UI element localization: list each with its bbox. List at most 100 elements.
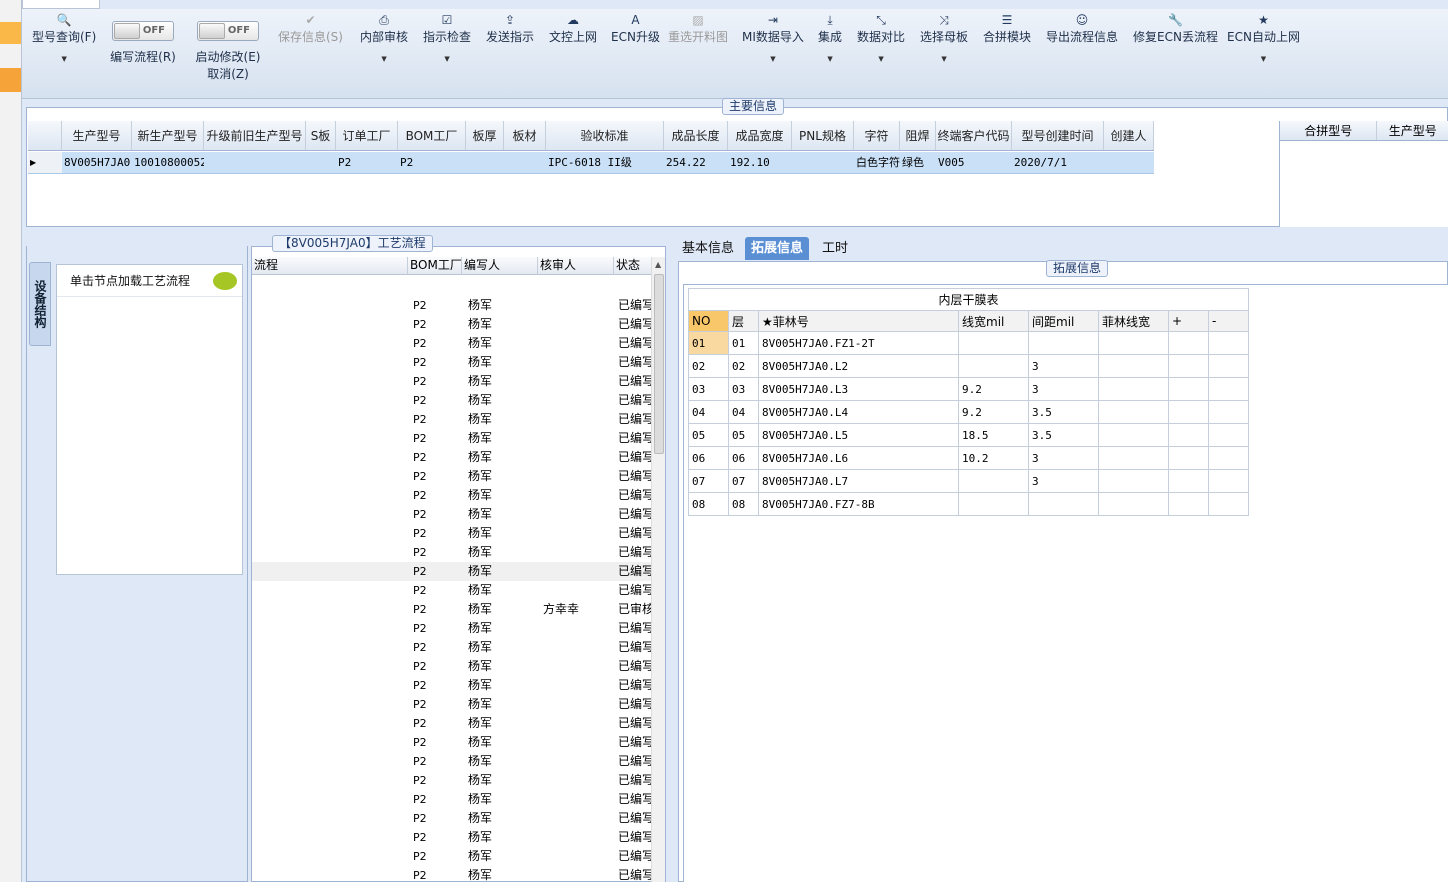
flow-node[interactable]: −沉铜3P2杨军已编写: [252, 866, 652, 882]
table-cell[interactable]: 06: [688, 446, 729, 470]
table-cell[interactable]: 8V005H7JA0.L2: [758, 354, 959, 378]
strip-marker-1[interactable]: [0, 22, 21, 44]
column-header[interactable]: PNL规格: [792, 121, 854, 150]
internal-review-button[interactable]: ⎙ 内部审核 ▼: [360, 13, 408, 63]
flow-node[interactable]: 铣边P2杨军已编写: [252, 828, 652, 847]
table-cell[interactable]: [1098, 354, 1169, 378]
grid-cell[interactable]: 2020/7/1: [1012, 152, 1104, 173]
flow-column-header[interactable]: BOM工厂: [408, 257, 462, 274]
table-cell[interactable]: [1098, 423, 1169, 447]
flow-scrollbar[interactable]: ▲: [651, 257, 665, 882]
flow-node[interactable]: 打字唛P2杨军已编写: [252, 847, 652, 866]
vertical-splitter[interactable]: [667, 234, 675, 882]
table-row[interactable]: 04 04 8V005H7JA0.L4 9.2 3.5: [688, 400, 1249, 424]
column-header[interactable]: BOM工厂: [398, 121, 466, 150]
grid-cell[interactable]: P2: [398, 152, 466, 173]
write-flow-toggle[interactable]: OFF 编写流程(R): [110, 21, 176, 65]
grid-cell[interactable]: 10010800052344: [132, 152, 204, 173]
table-cell[interactable]: 8V005H7JA0.L3: [758, 377, 959, 401]
scroll-up-icon[interactable]: ▲: [655, 260, 661, 269]
table-cell[interactable]: [1028, 492, 1099, 516]
table-row[interactable]: 07 07 8V005H7JA0.L7 3: [688, 469, 1249, 493]
table-row[interactable]: 01 01 8V005H7JA0.FZ1-2T: [688, 331, 1249, 355]
table-cell[interactable]: [1208, 400, 1249, 424]
table-cell[interactable]: 8V005H7JA0.L4: [758, 400, 959, 424]
tab-extended-info[interactable]: 拓展信息: [745, 237, 810, 260]
mi-data-import-button[interactable]: ⇥ MI数据导入 ▼: [742, 13, 804, 63]
table-cell[interactable]: [958, 331, 1029, 355]
table-cell[interactable]: [1208, 469, 1249, 493]
flow-node[interactable]: 冲孔P2杨军已编写: [252, 657, 652, 676]
flow-node[interactable]: X-Ray冲孔P2杨军已编写: [252, 809, 652, 828]
table-cell[interactable]: [958, 492, 1029, 516]
flow-node[interactable]: 曝光P2杨军已编写: [252, 562, 652, 581]
send-instruction-button[interactable]: ⇪ 发送指示: [486, 13, 534, 45]
table-cell[interactable]: 3.5: [1028, 400, 1099, 424]
table-cell[interactable]: 04: [688, 400, 729, 424]
flow-node[interactable]: 计划投料P2杨军已编写: [252, 353, 652, 372]
table-cell[interactable]: 8V005H7JA0.FZ1-2T: [758, 331, 959, 355]
flow-node[interactable]: −内层图形P2杨军已编写: [252, 505, 652, 524]
column-header[interactable]: S板: [306, 121, 336, 150]
flow-node[interactable]: −流程指示P2杨军已编写: [252, 296, 652, 315]
toggle-switch[interactable]: OFF: [112, 21, 174, 41]
table-cell[interactable]: 02: [728, 354, 759, 378]
main-grid-row[interactable]: ▶8V005H7JA010010800052344 P2P2 IPC-6018 II…: [28, 152, 1154, 174]
flow-node[interactable]: 裁切P2杨军已编写: [252, 410, 652, 429]
table-cell[interactable]: 18.5: [958, 423, 1029, 447]
flow-node[interactable]: 打标P2杨军已编写: [252, 467, 652, 486]
strip-marker-2[interactable]: [0, 68, 21, 92]
table-cell[interactable]: 8V005H7JA0.L7: [758, 469, 959, 493]
flow-node[interactable]: 圆角P2杨军已编写: [252, 448, 652, 467]
column-header[interactable]: 板材: [504, 121, 546, 150]
flow-node[interactable]: −⌂8V005H7JA0: [252, 277, 652, 296]
flow-node[interactable]: 开料P2杨军已编写: [252, 391, 652, 410]
table-cell[interactable]: [1168, 354, 1209, 378]
column-header[interactable]: 生产型号: [62, 121, 132, 150]
table-cell[interactable]: [1168, 492, 1209, 516]
horizontal-splitter[interactable]: [26, 227, 1448, 234]
table-cell[interactable]: 07: [688, 469, 729, 493]
column-header[interactable]: 验收标准: [546, 121, 664, 150]
table-cell[interactable]: [1208, 354, 1249, 378]
table-cell[interactable]: [1028, 331, 1099, 355]
flow-node[interactable]: 退膜P2杨军已编写: [252, 619, 652, 638]
grid-cell[interactable]: [504, 152, 546, 173]
table-cell[interactable]: 06: [728, 446, 759, 470]
table-cell[interactable]: 04: [728, 400, 759, 424]
flow-node[interactable]: −开料P2杨军已编写: [252, 372, 652, 391]
grid-cell[interactable]: [1104, 152, 1154, 173]
table-cell[interactable]: [1168, 331, 1209, 355]
column-header[interactable]: 成品宽度: [728, 121, 792, 150]
table-cell[interactable]: 9.2: [958, 377, 1029, 401]
cancel-label[interactable]: 取消(Z): [207, 67, 249, 81]
table-cell[interactable]: [958, 469, 1029, 493]
table-cell[interactable]: 08: [688, 492, 729, 516]
table-cell[interactable]: [1208, 492, 1249, 516]
table-cell[interactable]: [1098, 377, 1169, 401]
flow-node[interactable]: −计划投料P2杨军已编写: [252, 334, 652, 353]
flow-node[interactable]: 棕化P2杨军已编写: [252, 714, 652, 733]
grid-cell[interactable]: IPC-6018 II级: [546, 152, 664, 173]
table-cell[interactable]: [1098, 446, 1169, 470]
save-info-button[interactable]: ✔ 保存信息(S): [278, 13, 343, 45]
ecn-auto-online-button[interactable]: ★ ECN自动上网 ▼: [1227, 13, 1300, 63]
reselect-cutting-image-button[interactable]: ▨ 重选开料图: [668, 13, 728, 45]
table-cell[interactable]: 8V005H7JA0.FZ7-8B: [758, 492, 959, 516]
table-cell[interactable]: 10.2: [958, 446, 1029, 470]
column-header[interactable]: 终端客户代码: [936, 121, 1012, 150]
column-header[interactable]: 成品长度: [664, 121, 728, 150]
flow-node[interactable]: 压合P2杨军已编写: [252, 790, 652, 809]
flow-node[interactable]: 预排P2杨军已编写: [252, 752, 652, 771]
flow-node[interactable]: 内层前处理P2杨军已编写: [252, 524, 652, 543]
integrate-button[interactable]: ⤓ 集成 ▼: [818, 13, 842, 63]
flow-node[interactable]: 流程指示P2杨军已编写: [252, 315, 652, 334]
table-cell[interactable]: 3: [1028, 377, 1099, 401]
grid-cell[interactable]: 白色字符: [854, 152, 900, 173]
flow-column-header[interactable]: 核审人: [538, 257, 614, 274]
table-cell[interactable]: 8V005H7JA0.L6: [758, 446, 959, 470]
row-selector[interactable]: ▶: [28, 152, 62, 173]
table-cell[interactable]: [1168, 377, 1209, 401]
table-cell[interactable]: [1098, 400, 1169, 424]
flow-node[interactable]: 内层AOIP2杨军已编写: [252, 676, 652, 695]
